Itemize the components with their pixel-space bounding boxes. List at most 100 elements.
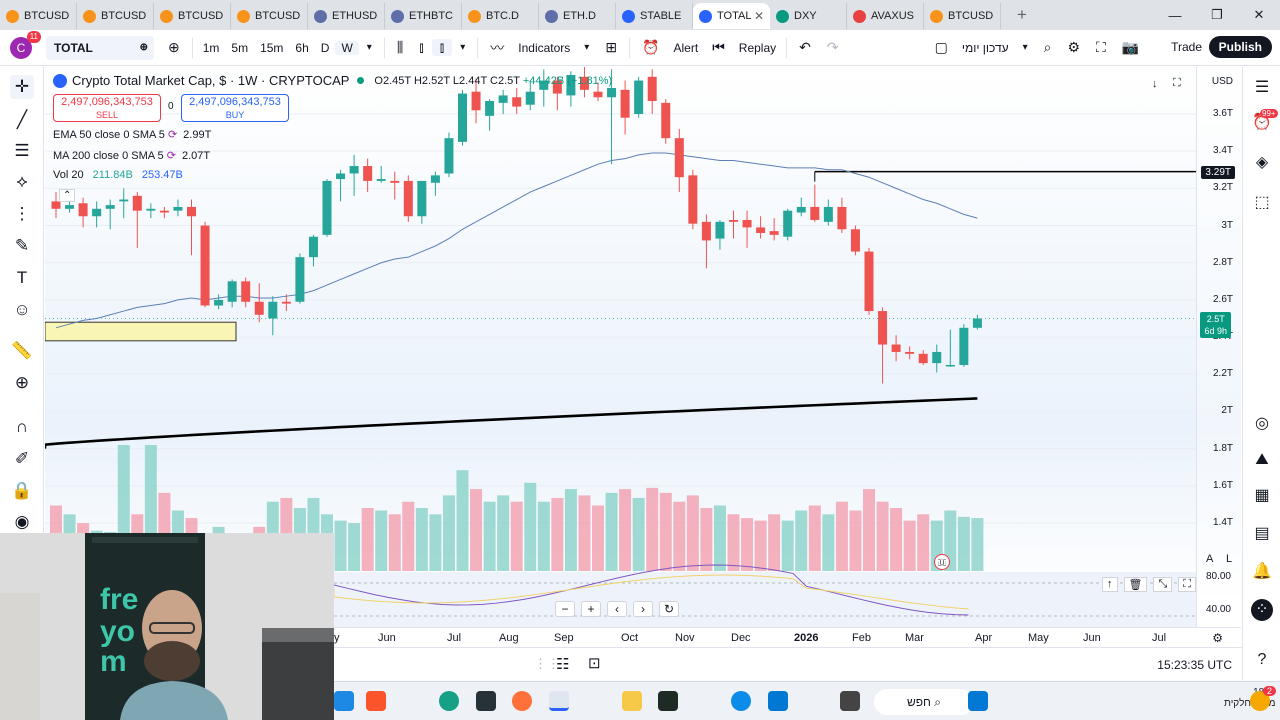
browser-tab[interactable]: ETHBTC	[385, 3, 462, 29]
symbol-search[interactable]: TOTAL ⊕	[46, 35, 154, 60]
settings-gear-icon[interactable]: ⚙	[1059, 39, 1088, 56]
replay-icon[interactable]: ⏮	[704, 39, 733, 56]
ruler-icon[interactable]: 📏	[10, 339, 34, 363]
interval-d[interactable]: D	[315, 41, 336, 55]
lock-drawing-icon[interactable]: ✐	[10, 447, 34, 471]
ideas-icon[interactable]: ⛰	[1251, 449, 1273, 471]
scroll-right-icon[interactable]: ›	[633, 601, 653, 617]
edge-icon[interactable]	[731, 691, 751, 711]
maximize-pane-icon[interactable]: ⛶	[1178, 577, 1196, 592]
app-icon[interactable]	[439, 691, 459, 711]
close-tab-icon[interactable]: ✕	[754, 9, 764, 23]
templates-icon[interactable]: ⊞	[597, 39, 625, 56]
download-icon[interactable]: ↓	[1152, 78, 1158, 90]
vscode-icon[interactable]	[334, 691, 354, 711]
firefox-icon[interactable]	[512, 691, 532, 711]
notifications-bell-icon[interactable]: 🔔	[1251, 561, 1273, 583]
interval-15m[interactable]: 15m	[254, 41, 289, 55]
eye-icon[interactable]: ◉	[10, 510, 34, 534]
indicators-button[interactable]: Indicators	[512, 41, 576, 55]
fullscreen-icon[interactable]: ⛶	[1088, 39, 1114, 56]
maximize-pane-icon[interactable]: ⛶	[1173, 77, 1181, 90]
indicator-volume[interactable]: Vol 20 211.84B 253.47B	[53, 169, 183, 181]
hollow-candles-icon[interactable]: ⫾	[431, 39, 453, 56]
fib-icon[interactable]: ☰	[10, 139, 34, 163]
watchlist-icon[interactable]: ☰	[1251, 77, 1273, 99]
chevron-down-icon[interactable]: ▾	[1015, 42, 1036, 53]
delete-pane-icon[interactable]: 🗑	[1123, 577, 1148, 592]
buy-button[interactable]: 2,497,096,343,753 BUY	[181, 94, 289, 122]
zoom-out-icon[interactable]: −	[555, 601, 575, 617]
trade-button[interactable]: Trade	[1171, 40, 1202, 54]
taskbar-search[interactable]: חפש ⌕	[874, 689, 974, 715]
interval-1m[interactable]: 1m	[197, 41, 226, 55]
apps-grid-icon[interactable]: ⁘	[1251, 599, 1273, 621]
interval-w[interactable]: W	[335, 40, 359, 55]
layers-icon[interactable]: ◈	[1251, 152, 1273, 174]
indicator-ma200[interactable]: MA 200 close 0 SMA 5 ⟳ 2.07T	[53, 149, 210, 162]
add-symbol-icon[interactable]: ⊕	[160, 39, 188, 56]
scroll-left-icon[interactable]: ‹	[607, 601, 627, 617]
windows-start-icon[interactable]	[968, 691, 988, 711]
browser-tab[interactable]: BTCUSD	[924, 3, 1001, 29]
replay-button[interactable]: Replay	[733, 41, 782, 55]
browser-tab[interactable]: STABLE	[616, 3, 693, 29]
browser-tab[interactable]: ETHUSD	[308, 3, 385, 29]
browser-tab[interactable]: TOTAL ✕	[693, 3, 770, 29]
auto-scale-button[interactable]: A	[1206, 553, 1213, 565]
us-flag-event-icon[interactable]: 🇺	[934, 554, 950, 570]
emoji-icon[interactable]: ☺	[10, 298, 34, 322]
chevron-down-icon[interactable]: ▾	[359, 42, 380, 53]
currency-select[interactable]: USD	[1212, 76, 1233, 87]
camera-icon[interactable]: 📷	[1114, 39, 1147, 56]
trendline-icon[interactable]: ╱	[10, 108, 34, 132]
log-scale-button[interactable]: L	[1226, 553, 1232, 565]
new-tab-icon[interactable]: +	[1009, 5, 1035, 25]
compare-icon[interactable]: ⊕	[140, 42, 148, 53]
console-icon[interactable]	[658, 691, 678, 711]
time-axis-settings-icon[interactable]: ⚙	[1212, 631, 1223, 645]
close-icon[interactable]: ✕	[1238, 7, 1280, 23]
brave-icon[interactable]	[366, 691, 386, 711]
magnet-icon[interactable]: ∩	[10, 415, 34, 439]
quick-search-icon[interactable]: ⌕	[1036, 39, 1060, 56]
candles-icon[interactable]: ⫾	[411, 39, 431, 56]
terminal-icon[interactable]	[476, 691, 496, 711]
interval-5m[interactable]: 5m	[225, 41, 254, 55]
browser-tab[interactable]: BTCUSD	[154, 3, 231, 29]
forecast-icon[interactable]: ⋮	[10, 202, 34, 226]
brush-icon[interactable]: ✎	[10, 234, 34, 258]
minimize-icon[interactable]: ―	[1154, 8, 1196, 23]
calendar-icon[interactable]: ▦	[1251, 485, 1273, 507]
active-app-icon[interactable]	[549, 691, 569, 711]
app-window-icon[interactable]	[840, 691, 860, 711]
restore-icon[interactable]: ❐	[1196, 7, 1238, 23]
browser-tab[interactable]: AVAXUS	[847, 3, 924, 29]
reset-chart-icon[interactable]: ↻	[659, 601, 679, 617]
browser-tab[interactable]: BTCUSD	[0, 3, 77, 29]
layout-name[interactable]: עדכון יומי	[956, 41, 1015, 55]
alert-button[interactable]: Alert	[668, 41, 705, 55]
layout-square-icon[interactable]: ▢	[927, 39, 956, 56]
time-axis[interactable]: y Jun Jul Aug Sep Oct Nov Dec 2026 Feb Mar Apr May Ju…	[334, 627, 1241, 647]
zoom-in-icon[interactable]: +	[581, 601, 601, 617]
crosshair-icon[interactable]: ✛	[10, 75, 34, 99]
browser-tab[interactable]: ETH.D	[539, 3, 616, 29]
zoom-icon[interactable]: ⊕	[10, 371, 34, 395]
utc-clock[interactable]: 15:23:35 UTC	[1157, 658, 1232, 672]
data-window-icon[interactable]: ⬚	[1251, 192, 1273, 214]
text-icon[interactable]: T	[10, 266, 34, 290]
chevron-down-icon[interactable]: ▾	[452, 42, 473, 53]
undo-icon[interactable]: ↶	[791, 39, 819, 56]
target-icon[interactable]: ◎	[1251, 413, 1273, 435]
pane-up-icon[interactable]: ↑	[1102, 577, 1118, 592]
sell-button[interactable]: 2,497,096,343,753 SELL	[53, 94, 161, 122]
chevron-down-icon[interactable]: ▾	[576, 42, 597, 53]
pattern-icon[interactable]: ⟡	[10, 170, 34, 194]
notes-icon[interactable]: ▤	[1251, 523, 1273, 545]
indicators-icon[interactable]: 〰	[482, 38, 512, 58]
screener-icon[interactable]: ☷	[556, 655, 569, 673]
redo-icon[interactable]: ↷	[819, 39, 847, 56]
outlook-icon[interactable]	[768, 691, 788, 711]
browser-tab[interactable]: DXY	[770, 3, 847, 29]
